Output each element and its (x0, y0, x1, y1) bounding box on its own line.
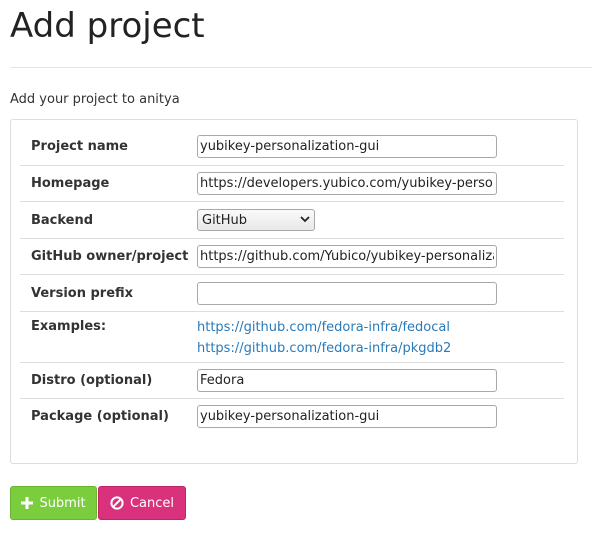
row-version-prefix: Version prefix (20, 274, 564, 311)
row-project-name: Project name (20, 128, 564, 165)
row-homepage: Homepage (20, 165, 564, 201)
title-divider (10, 67, 592, 68)
plus-icon (21, 497, 34, 509)
example-link-fedocal[interactable]: https://github.com/fedora-infra/fedocal (197, 317, 564, 338)
github-project-label: GitHub owner/project (31, 249, 189, 264)
homepage-input[interactable] (197, 172, 497, 195)
project-name-label: Project name (31, 139, 128, 154)
page-title: Add project (10, 6, 205, 46)
cancel-label: Cancel (129, 495, 175, 511)
page-subtitle: Add your project to anitya (10, 92, 180, 107)
distro-input[interactable] (197, 369, 497, 392)
homepage-label: Homepage (31, 176, 110, 191)
cancel-button[interactable]: Cancel (98, 486, 186, 520)
project-name-input[interactable] (197, 135, 497, 158)
row-github-project: GitHub owner/project (20, 238, 564, 274)
submit-label: Submit (39, 495, 86, 511)
ban-icon (110, 496, 124, 510)
backend-selected-value: GitHub (202, 212, 248, 228)
distro-label: Distro (optional) (31, 373, 153, 388)
example-link-pkgdb2[interactable]: https://github.com/fedora-infra/pkgdb2 (197, 338, 564, 359)
package-input[interactable] (197, 405, 497, 428)
backend-select[interactable]: GitHub (197, 209, 315, 231)
row-examples: Examples: https://github.com/fedora-infr… (20, 311, 564, 362)
project-form: Project name Homepage Backend GitHub Git… (20, 128, 564, 434)
github-project-input[interactable] (197, 245, 497, 268)
row-backend: Backend GitHub (20, 201, 564, 238)
version-prefix-input[interactable] (197, 281, 497, 305)
chevron-down-icon (300, 215, 310, 226)
row-distro: Distro (optional) (20, 362, 564, 398)
package-label: Package (optional) (31, 409, 169, 424)
examples-label: Examples: (31, 319, 107, 334)
row-package: Package (optional) (20, 398, 564, 434)
backend-label: Backend (31, 212, 94, 228)
version-prefix-label: Version prefix (31, 285, 134, 301)
submit-button[interactable]: Submit (10, 486, 97, 520)
